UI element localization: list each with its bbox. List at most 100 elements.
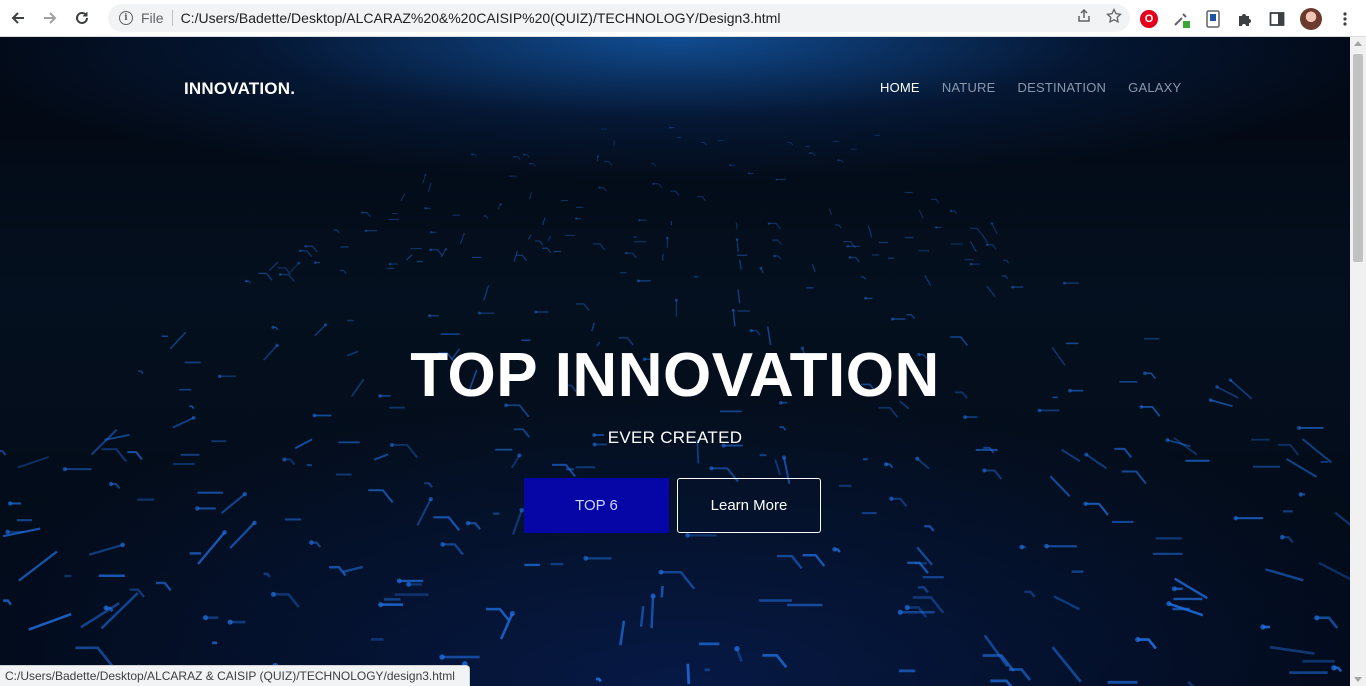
circuit-trace bbox=[867, 225, 873, 238]
circuit-node bbox=[748, 172, 751, 175]
circuit-trace bbox=[987, 244, 997, 250]
learn-more-button[interactable]: Learn More bbox=[677, 478, 821, 533]
circuit-node bbox=[195, 506, 200, 511]
circuit-trace bbox=[527, 234, 532, 240]
circuit-trace bbox=[75, 646, 114, 668]
circuit-node bbox=[222, 530, 227, 535]
circuit-trace bbox=[653, 183, 663, 189]
circuit-node bbox=[513, 155, 516, 158]
address-bar[interactable]: i File C:/Users/Badette/Desktop/ALCARAZ%… bbox=[108, 4, 1130, 32]
circuit-trace bbox=[333, 229, 340, 233]
circuit-node bbox=[424, 207, 427, 210]
circuit-trace bbox=[1049, 475, 1071, 497]
eyedropper-icon[interactable] bbox=[1172, 10, 1190, 28]
circuit-trace bbox=[328, 566, 347, 577]
page-scrollbar[interactable] bbox=[1350, 37, 1366, 686]
circuit-node bbox=[406, 581, 412, 587]
circuit-trace bbox=[1114, 447, 1133, 458]
info-icon[interactable]: i bbox=[119, 11, 133, 25]
circuit-trace bbox=[511, 454, 521, 469]
url-text[interactable]: C:/Users/Badette/Desktop/ALCARAZ%20&%20C… bbox=[181, 10, 781, 26]
circuit-trace bbox=[990, 679, 1013, 686]
circuit-trace bbox=[735, 222, 738, 230]
nav-item-galaxy[interactable]: GALAXY bbox=[1128, 80, 1181, 95]
profile-avatar[interactable] bbox=[1300, 7, 1322, 30]
top-6-button[interactable]: TOP 6 bbox=[524, 478, 669, 533]
circuit-node bbox=[674, 298, 678, 302]
circuit-trace bbox=[828, 208, 833, 216]
circuit-node bbox=[890, 317, 894, 321]
circuit-trace bbox=[362, 212, 371, 217]
circuit-node bbox=[120, 542, 126, 548]
circuit-node bbox=[889, 496, 894, 501]
side-panel-icon[interactable] bbox=[1268, 10, 1286, 28]
circuit-node bbox=[883, 462, 889, 467]
circuit-node bbox=[735, 238, 739, 241]
nav-item-nature[interactable]: NATURE bbox=[942, 80, 996, 95]
circuit-trace bbox=[424, 482, 433, 488]
circuit-node bbox=[1171, 586, 1177, 592]
nav-item-home[interactable]: HOME bbox=[880, 80, 920, 95]
circuit-node bbox=[108, 481, 114, 487]
extensions-bar: O bbox=[1140, 0, 1354, 37]
circuit-trace bbox=[289, 262, 300, 273]
circuit-node bbox=[424, 173, 427, 176]
circuit-node bbox=[685, 533, 690, 538]
reload-button[interactable] bbox=[68, 4, 96, 32]
circuit-trace bbox=[811, 263, 816, 273]
circuit-node bbox=[1083, 501, 1088, 506]
circuit-trace bbox=[737, 289, 741, 304]
circuit-node bbox=[440, 542, 445, 547]
circuit-trace bbox=[1286, 458, 1318, 478]
puzzle-icon[interactable] bbox=[1236, 10, 1254, 28]
circuit-trace bbox=[802, 554, 826, 567]
scroll-up-arrow-icon[interactable] bbox=[1354, 41, 1362, 46]
circuit-node bbox=[477, 311, 481, 315]
main-nav: HOME NATURE DESTINATION GALAXY bbox=[880, 80, 1181, 95]
circuit-node bbox=[1166, 601, 1172, 607]
circuit-trace bbox=[258, 272, 273, 281]
circuit-trace bbox=[1060, 448, 1081, 463]
circuit-node bbox=[304, 244, 307, 248]
star-icon[interactable] bbox=[1106, 7, 1122, 28]
circuit-trace bbox=[1024, 590, 1036, 598]
document-icon[interactable] bbox=[1204, 9, 1222, 28]
circuit-node bbox=[1084, 452, 1089, 457]
circuit-node bbox=[915, 456, 920, 461]
circuit-trace bbox=[127, 451, 143, 461]
circuit-trace bbox=[513, 250, 518, 262]
scroll-thumb[interactable] bbox=[1353, 54, 1363, 262]
circuit-trace bbox=[280, 273, 295, 282]
share-icon[interactable] bbox=[1076, 8, 1092, 28]
circuit-node bbox=[378, 602, 384, 608]
circuit-node bbox=[731, 308, 735, 312]
circuit-trace bbox=[619, 620, 626, 646]
arrow-left-icon bbox=[11, 12, 24, 24]
site-logo[interactable]: INNOVATION. bbox=[184, 79, 295, 99]
opera-icon[interactable]: O bbox=[1140, 9, 1158, 28]
circuit-trace bbox=[603, 161, 613, 166]
circuit-node bbox=[652, 182, 655, 185]
circuit-trace bbox=[931, 198, 940, 204]
circuit-trace bbox=[986, 285, 996, 297]
circuit-trace bbox=[229, 522, 256, 549]
back-button[interactable] bbox=[4, 4, 32, 32]
circuit-trace bbox=[1051, 646, 1082, 683]
circuit-node bbox=[808, 152, 811, 155]
circuit-node bbox=[1233, 515, 1238, 521]
circuit-node bbox=[1044, 543, 1049, 549]
circuit-trace bbox=[599, 187, 607, 192]
circuit-trace bbox=[197, 531, 226, 565]
circuit-node bbox=[270, 591, 276, 597]
circuit-node bbox=[583, 555, 589, 561]
circuit-node bbox=[658, 569, 664, 575]
circuit-trace bbox=[849, 256, 860, 263]
forward-button[interactable] bbox=[36, 4, 64, 32]
circuit-node bbox=[729, 164, 732, 167]
circuit-trace bbox=[1334, 511, 1350, 526]
circuit-node bbox=[1298, 492, 1303, 497]
kebab-menu-icon[interactable] bbox=[1336, 10, 1354, 28]
scroll-down-arrow-icon[interactable] bbox=[1354, 677, 1362, 682]
nav-item-destination[interactable]: DESTINATION bbox=[1018, 80, 1107, 95]
circuit-trace bbox=[575, 303, 590, 311]
